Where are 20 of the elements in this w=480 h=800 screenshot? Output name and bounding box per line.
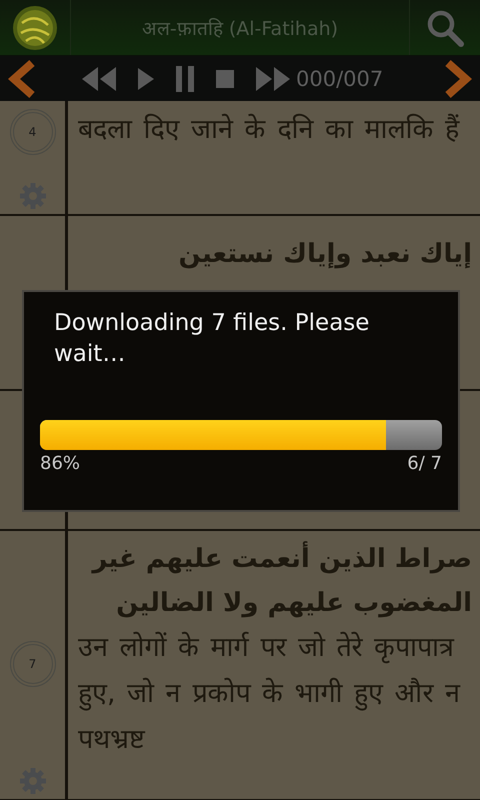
stop-icon[interactable] — [216, 70, 234, 88]
chevron-right-icon[interactable] — [444, 60, 472, 98]
verse-translation: बदला दिए जाने के दनि का मालकि हैं — [78, 112, 461, 147]
verse-number: 4 — [10, 109, 56, 155]
verse-number: 7 — [10, 641, 56, 687]
logo-icon[interactable] — [12, 4, 58, 50]
fast-forward-icon[interactable] — [256, 66, 290, 90]
arabic-verse: إياك نعبد وإياك نستعين — [178, 238, 472, 271]
verse-translation: उन लोगों के मार्ग पर जो तेरे कृपापात्र हुए, जो न प्रकोप के भागी हुए और न पथभ्रष्ट — [78, 630, 462, 757]
dialog-message: Downloading 7 files. Please wait… — [54, 309, 370, 369]
play-icon[interactable] — [138, 68, 154, 90]
search-icon[interactable] — [426, 8, 464, 46]
pause-icon[interactable] — [176, 66, 194, 92]
window-title: अल-फ़ातहि (Al-Fatihah) — [140, 16, 340, 40]
chevron-left-icon[interactable] — [8, 60, 36, 98]
verse-counter: 000/007 — [296, 66, 384, 90]
arabic-verse: صراط الذين أنعمت عليهم غير المغضوب عليهم ولا الضالين — [78, 537, 472, 625]
progress-percent: 86% — [40, 453, 80, 474]
progress-count: 6/ 7 — [407, 453, 442, 474]
rewind-icon[interactable] — [82, 66, 116, 90]
